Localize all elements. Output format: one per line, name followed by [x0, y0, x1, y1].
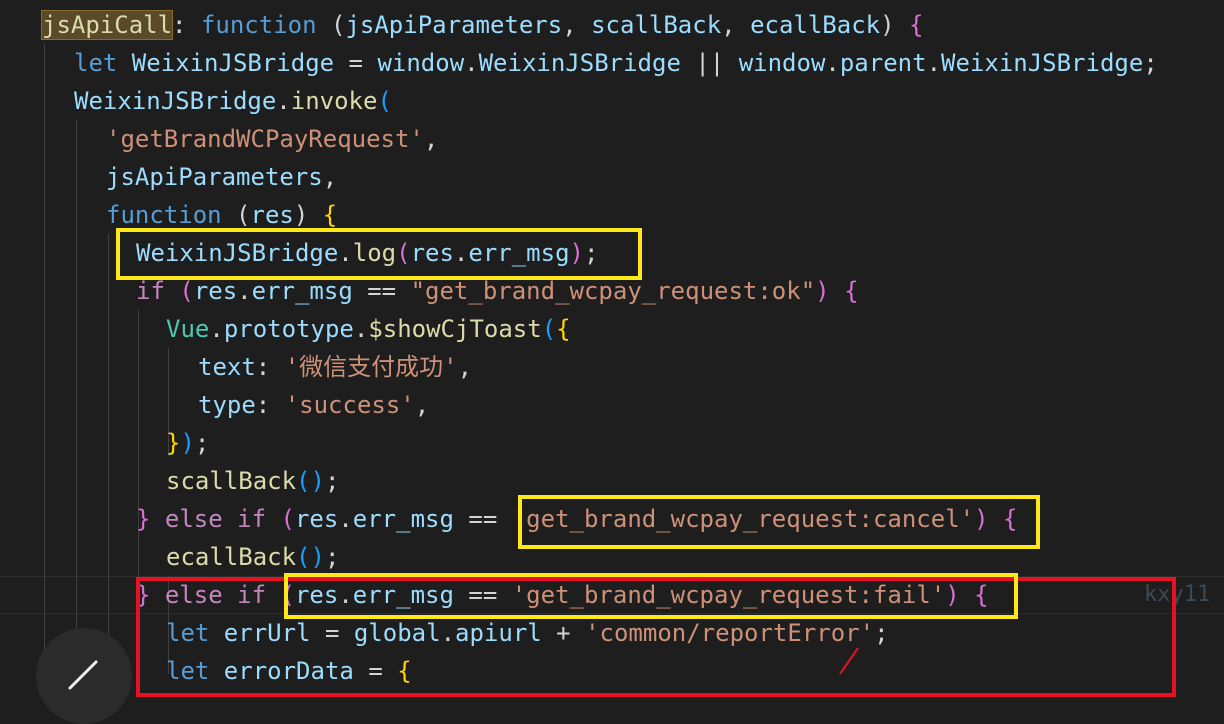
code-token: ,: [414, 391, 430, 419]
code-line[interactable]: let WeixinJSBridge = window.WeixinJSBrid…: [74, 44, 1158, 82]
code-token: err_msg: [251, 277, 353, 305]
code-token: ==: [453, 505, 512, 533]
code-token: prototype: [223, 315, 354, 343]
code-token: res: [193, 277, 238, 305]
indent-guide: [108, 234, 109, 674]
code-token: $showCjToast: [368, 315, 542, 343]
code-token: ,: [322, 163, 338, 191]
code-token: ecallBack: [166, 543, 297, 571]
code-line[interactable]: WeixinJSBridge.invoke(: [74, 82, 392, 120]
code-token: {: [844, 277, 859, 305]
code-token: .: [926, 49, 942, 77]
code-token: (: [377, 87, 392, 115]
code-line[interactable]: Vue.prototype.$showCjToast({: [166, 310, 571, 348]
code-token: WeixinJSBridge: [74, 87, 277, 115]
code-token: WeixinJSBridge: [941, 49, 1144, 77]
code-token: function: [200, 11, 317, 39]
code-token: ): [293, 201, 323, 229]
code-token: err_msg: [352, 505, 454, 533]
code-token: 'success': [284, 391, 415, 419]
code-token: .: [338, 505, 353, 533]
code-token: jsApiParameters: [345, 11, 563, 39]
highlight-box-fail: [284, 573, 1018, 619]
code-token: jsApiParameters: [106, 163, 323, 191]
code-line[interactable]: text: '微信支付成功',: [198, 348, 472, 386]
code-token: ): [880, 11, 910, 39]
code-token: {: [322, 201, 338, 229]
code-token: =: [348, 49, 378, 77]
code-token: text: [198, 353, 256, 381]
code-token: res: [294, 505, 339, 533]
code-token: .: [825, 49, 840, 77]
code-token: invoke: [290, 87, 378, 115]
code-token: :: [172, 11, 201, 39]
code-token: (): [296, 467, 325, 495]
code-token: parent: [839, 49, 927, 77]
code-token: scallBack: [591, 11, 722, 39]
code-token: ,: [457, 353, 473, 381]
code-line[interactable]: jsApiParameters,: [106, 158, 337, 196]
code-token: if: [136, 277, 165, 305]
indent-guide: [44, 44, 45, 674]
code-token: (: [541, 315, 557, 343]
code-token: ,: [562, 11, 592, 39]
code-token: else if: [150, 505, 281, 533]
code-line[interactable]: 'getBrandWCPayRequest',: [106, 120, 438, 158]
code-token: ): [180, 429, 195, 457]
code-token: {: [556, 315, 571, 343]
code-token: '微信支付成功': [284, 353, 458, 381]
code-token: ;: [1143, 49, 1158, 77]
indent-guide: [76, 120, 77, 674]
code-token: :: [255, 391, 285, 419]
code-token: window: [738, 49, 826, 77]
code-token: ==: [352, 277, 411, 305]
code-token: scallBack: [166, 467, 297, 495]
code-token: (: [164, 277, 194, 305]
code-token: ): [815, 277, 845, 305]
code-token: (: [316, 11, 346, 39]
code-token: ||: [680, 49, 739, 77]
code-token: Vue: [166, 315, 210, 343]
code-line[interactable]: ecallBack();: [166, 538, 339, 576]
code-token: ;: [324, 543, 340, 571]
code-line[interactable]: type: 'success',: [198, 386, 429, 424]
code-token: (: [280, 505, 295, 533]
code-token: 'getBrandWCPayRequest': [106, 125, 424, 153]
code-token: res: [250, 201, 294, 229]
code-token: ,: [721, 11, 751, 39]
code-token: "get_brand_wcpay_request:ok": [410, 277, 816, 305]
floating-edit-button[interactable]: [36, 628, 132, 724]
code-token: WeixinJSBridge: [478, 49, 681, 77]
code-editor[interactable]: jsApiCall: function (jsApiParameters, sc…: [0, 0, 1224, 724]
code-token: ecallBack: [750, 11, 881, 39]
code-token: .: [353, 315, 369, 343]
code-token: function: [106, 201, 222, 229]
code-token: :: [255, 353, 285, 381]
pencil-icon: [68, 660, 98, 690]
code-line[interactable]: });: [166, 424, 209, 462]
code-token: .: [237, 277, 252, 305]
code-token: {: [909, 11, 924, 39]
code-token: jsApiCall: [40, 10, 174, 40]
highlight-box-log: [116, 228, 642, 280]
code-token: (: [221, 201, 251, 229]
code-token: .: [209, 315, 224, 343]
code-token: ;: [324, 467, 340, 495]
code-token: let: [74, 49, 118, 77]
code-token: WeixinJSBridge: [117, 49, 349, 77]
code-token: }: [166, 429, 181, 457]
code-token: }: [136, 505, 151, 533]
code-token: type: [198, 391, 256, 419]
code-line[interactable]: jsApiCall: function (jsApiParameters, sc…: [40, 6, 924, 44]
code-token: ;: [194, 429, 210, 457]
code-line[interactable]: scallBack();: [166, 462, 339, 500]
code-token: .: [276, 87, 291, 115]
code-token: .: [464, 49, 479, 77]
code-token: ,: [423, 125, 439, 153]
code-token: (): [296, 543, 325, 571]
code-token: window: [377, 49, 465, 77]
highlight-box-cancel: [518, 495, 1040, 549]
